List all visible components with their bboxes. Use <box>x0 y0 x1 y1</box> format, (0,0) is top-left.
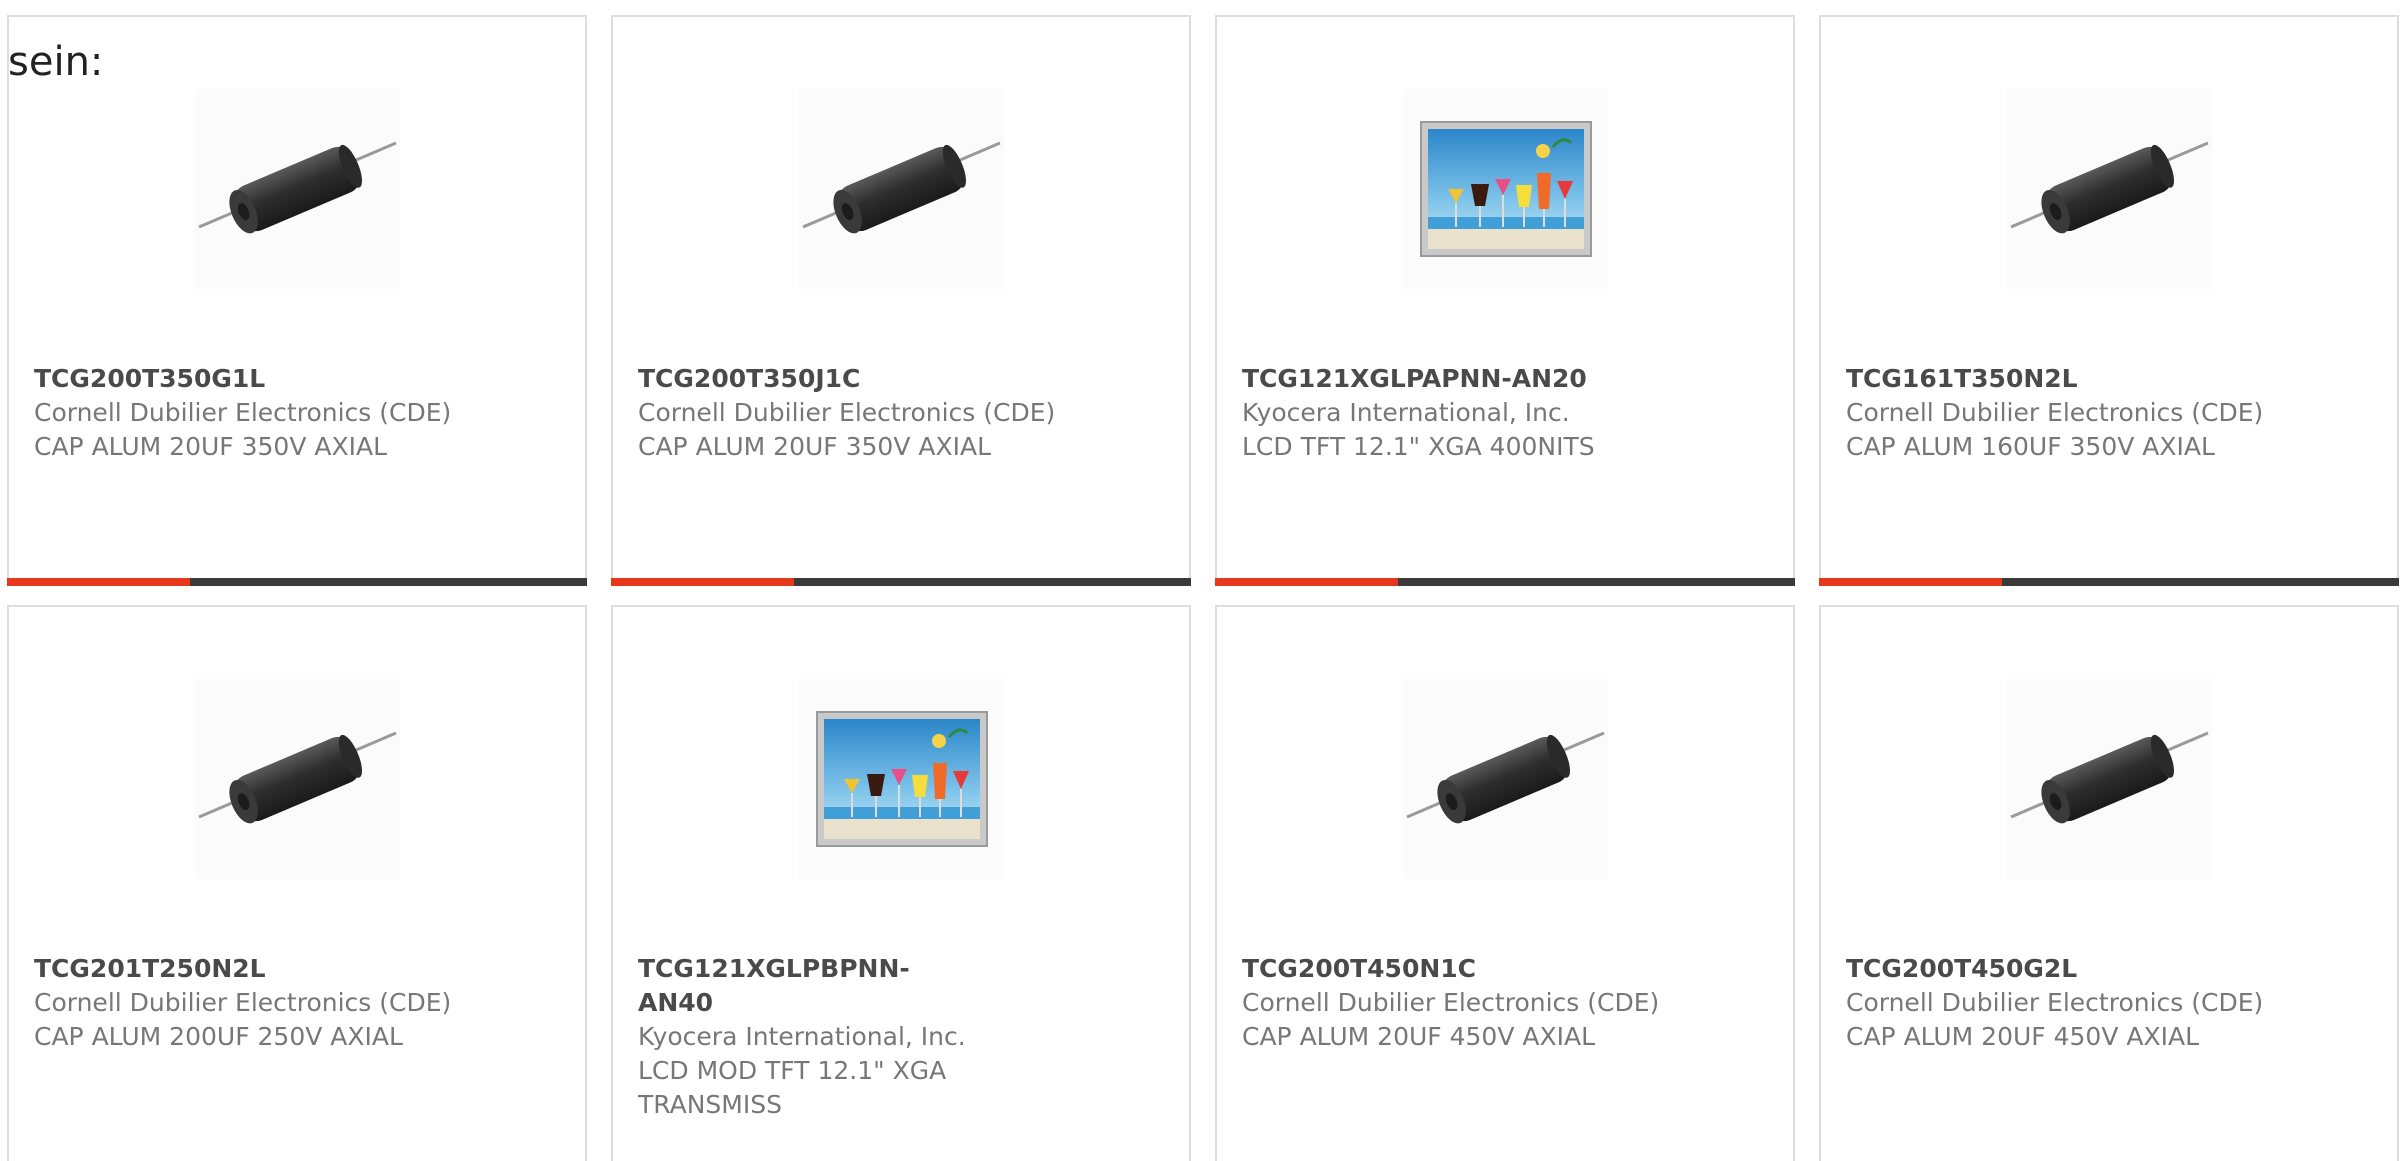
product-info: TCG200T450N1C Cornell Dubilier Electroni… <box>1242 952 1682 1054</box>
product-description: CAP ALUM 20UF 450V AXIAL <box>1242 1022 1596 1051</box>
product-card[interactable]: TCG200T350J1C Cornell Dubilier Electroni… <box>611 15 1191 586</box>
product-description: CAP ALUM 160UF 350V AXIAL <box>1846 432 2215 461</box>
axial-capacitor-icon[interactable] <box>2007 679 2212 879</box>
manufacturer: Cornell Dubilier Electronics (CDE) <box>34 988 452 1017</box>
card-progress-bar <box>1215 578 1795 586</box>
manufacturer: Kyocera International, Inc. <box>638 1022 966 1051</box>
part-number[interactable]: TCG200T450N1C <box>1242 952 1682 986</box>
card-progress-fill <box>7 578 190 586</box>
intro-text: sein: <box>8 39 104 85</box>
product-info: TCG200T450G2L Cornell Dubilier Electroni… <box>1846 952 2286 1054</box>
card-progress-fill <box>611 578 794 586</box>
axial-capacitor-icon[interactable] <box>1403 679 1608 879</box>
part-number[interactable]: TCG121XGLPAPNN-AN20 <box>1242 362 1682 396</box>
product-card[interactable]: TCG200T350G1L Cornell Dubilier Electroni… <box>7 15 587 586</box>
product-description: LCD TFT 12.1" XGA 400NITS <box>1242 432 1595 461</box>
product-grid-page: sein: TCG200T350G1L Cornell Dubilier Ele… <box>0 0 2400 1161</box>
product-description: CAP ALUM 200UF 250V AXIAL <box>34 1022 403 1051</box>
product-info: TCG121XGLPBPNN-AN40 Kyocera Internationa… <box>638 952 968 1122</box>
product-description: CAP ALUM 20UF 450V AXIAL <box>1846 1022 2200 1051</box>
product-card[interactable]: TCG200T450N1C Cornell Dubilier Electroni… <box>1215 605 1795 1161</box>
product-info: TCG161T350N2L Cornell Dubilier Electroni… <box>1846 362 2286 464</box>
part-number[interactable]: TCG200T350J1C <box>638 362 1078 396</box>
card-progress-bar <box>611 578 1191 586</box>
part-number[interactable]: TCG201T250N2L <box>34 952 474 986</box>
manufacturer: Kyocera International, Inc. <box>1242 398 1570 427</box>
product-card[interactable]: TCG121XGLPAPNN-AN20 Kyocera Internationa… <box>1215 15 1795 586</box>
card-progress-fill <box>1215 578 1398 586</box>
axial-capacitor-icon[interactable] <box>195 679 400 879</box>
card-progress-fill <box>1819 578 2002 586</box>
card-progress-bar <box>1819 578 2399 586</box>
axial-capacitor-icon[interactable] <box>195 89 400 289</box>
product-description: CAP ALUM 20UF 350V AXIAL <box>34 432 388 461</box>
manufacturer: Cornell Dubilier Electronics (CDE) <box>1846 398 2264 427</box>
product-info: TCG201T250N2L Cornell Dubilier Electroni… <box>34 952 474 1054</box>
product-description: LCD MOD TFT 12.1" XGA TRANSMISS <box>638 1056 947 1119</box>
product-card[interactable]: TCG121XGLPBPNN-AN40 Kyocera Internationa… <box>611 605 1191 1161</box>
lcd-display-icon[interactable] <box>1403 89 1608 289</box>
axial-capacitor-icon[interactable] <box>799 89 1004 289</box>
product-card[interactable]: TCG201T250N2L Cornell Dubilier Electroni… <box>7 605 587 1161</box>
product-info: TCG200T350J1C Cornell Dubilier Electroni… <box>638 362 1078 464</box>
lcd-display-icon[interactable] <box>799 679 1004 879</box>
axial-capacitor-icon[interactable] <box>2007 89 2212 289</box>
part-number[interactable]: TCG121XGLPBPNN-AN40 <box>638 952 968 1020</box>
part-number[interactable]: TCG161T350N2L <box>1846 362 2286 396</box>
product-info: TCG121XGLPAPNN-AN20 Kyocera Internationa… <box>1242 362 1682 464</box>
part-number[interactable]: TCG200T350G1L <box>34 362 474 396</box>
manufacturer: Cornell Dubilier Electronics (CDE) <box>1242 988 1660 1017</box>
card-progress-bar <box>7 578 587 586</box>
product-card[interactable]: TCG161T350N2L Cornell Dubilier Electroni… <box>1819 15 2399 586</box>
manufacturer: Cornell Dubilier Electronics (CDE) <box>638 398 1056 427</box>
product-info: TCG200T350G1L Cornell Dubilier Electroni… <box>34 362 474 464</box>
manufacturer: Cornell Dubilier Electronics (CDE) <box>1846 988 2264 1017</box>
product-card[interactable]: TCG200T450G2L Cornell Dubilier Electroni… <box>1819 605 2399 1161</box>
manufacturer: Cornell Dubilier Electronics (CDE) <box>34 398 452 427</box>
product-description: CAP ALUM 20UF 350V AXIAL <box>638 432 992 461</box>
part-number[interactable]: TCG200T450G2L <box>1846 952 2286 986</box>
